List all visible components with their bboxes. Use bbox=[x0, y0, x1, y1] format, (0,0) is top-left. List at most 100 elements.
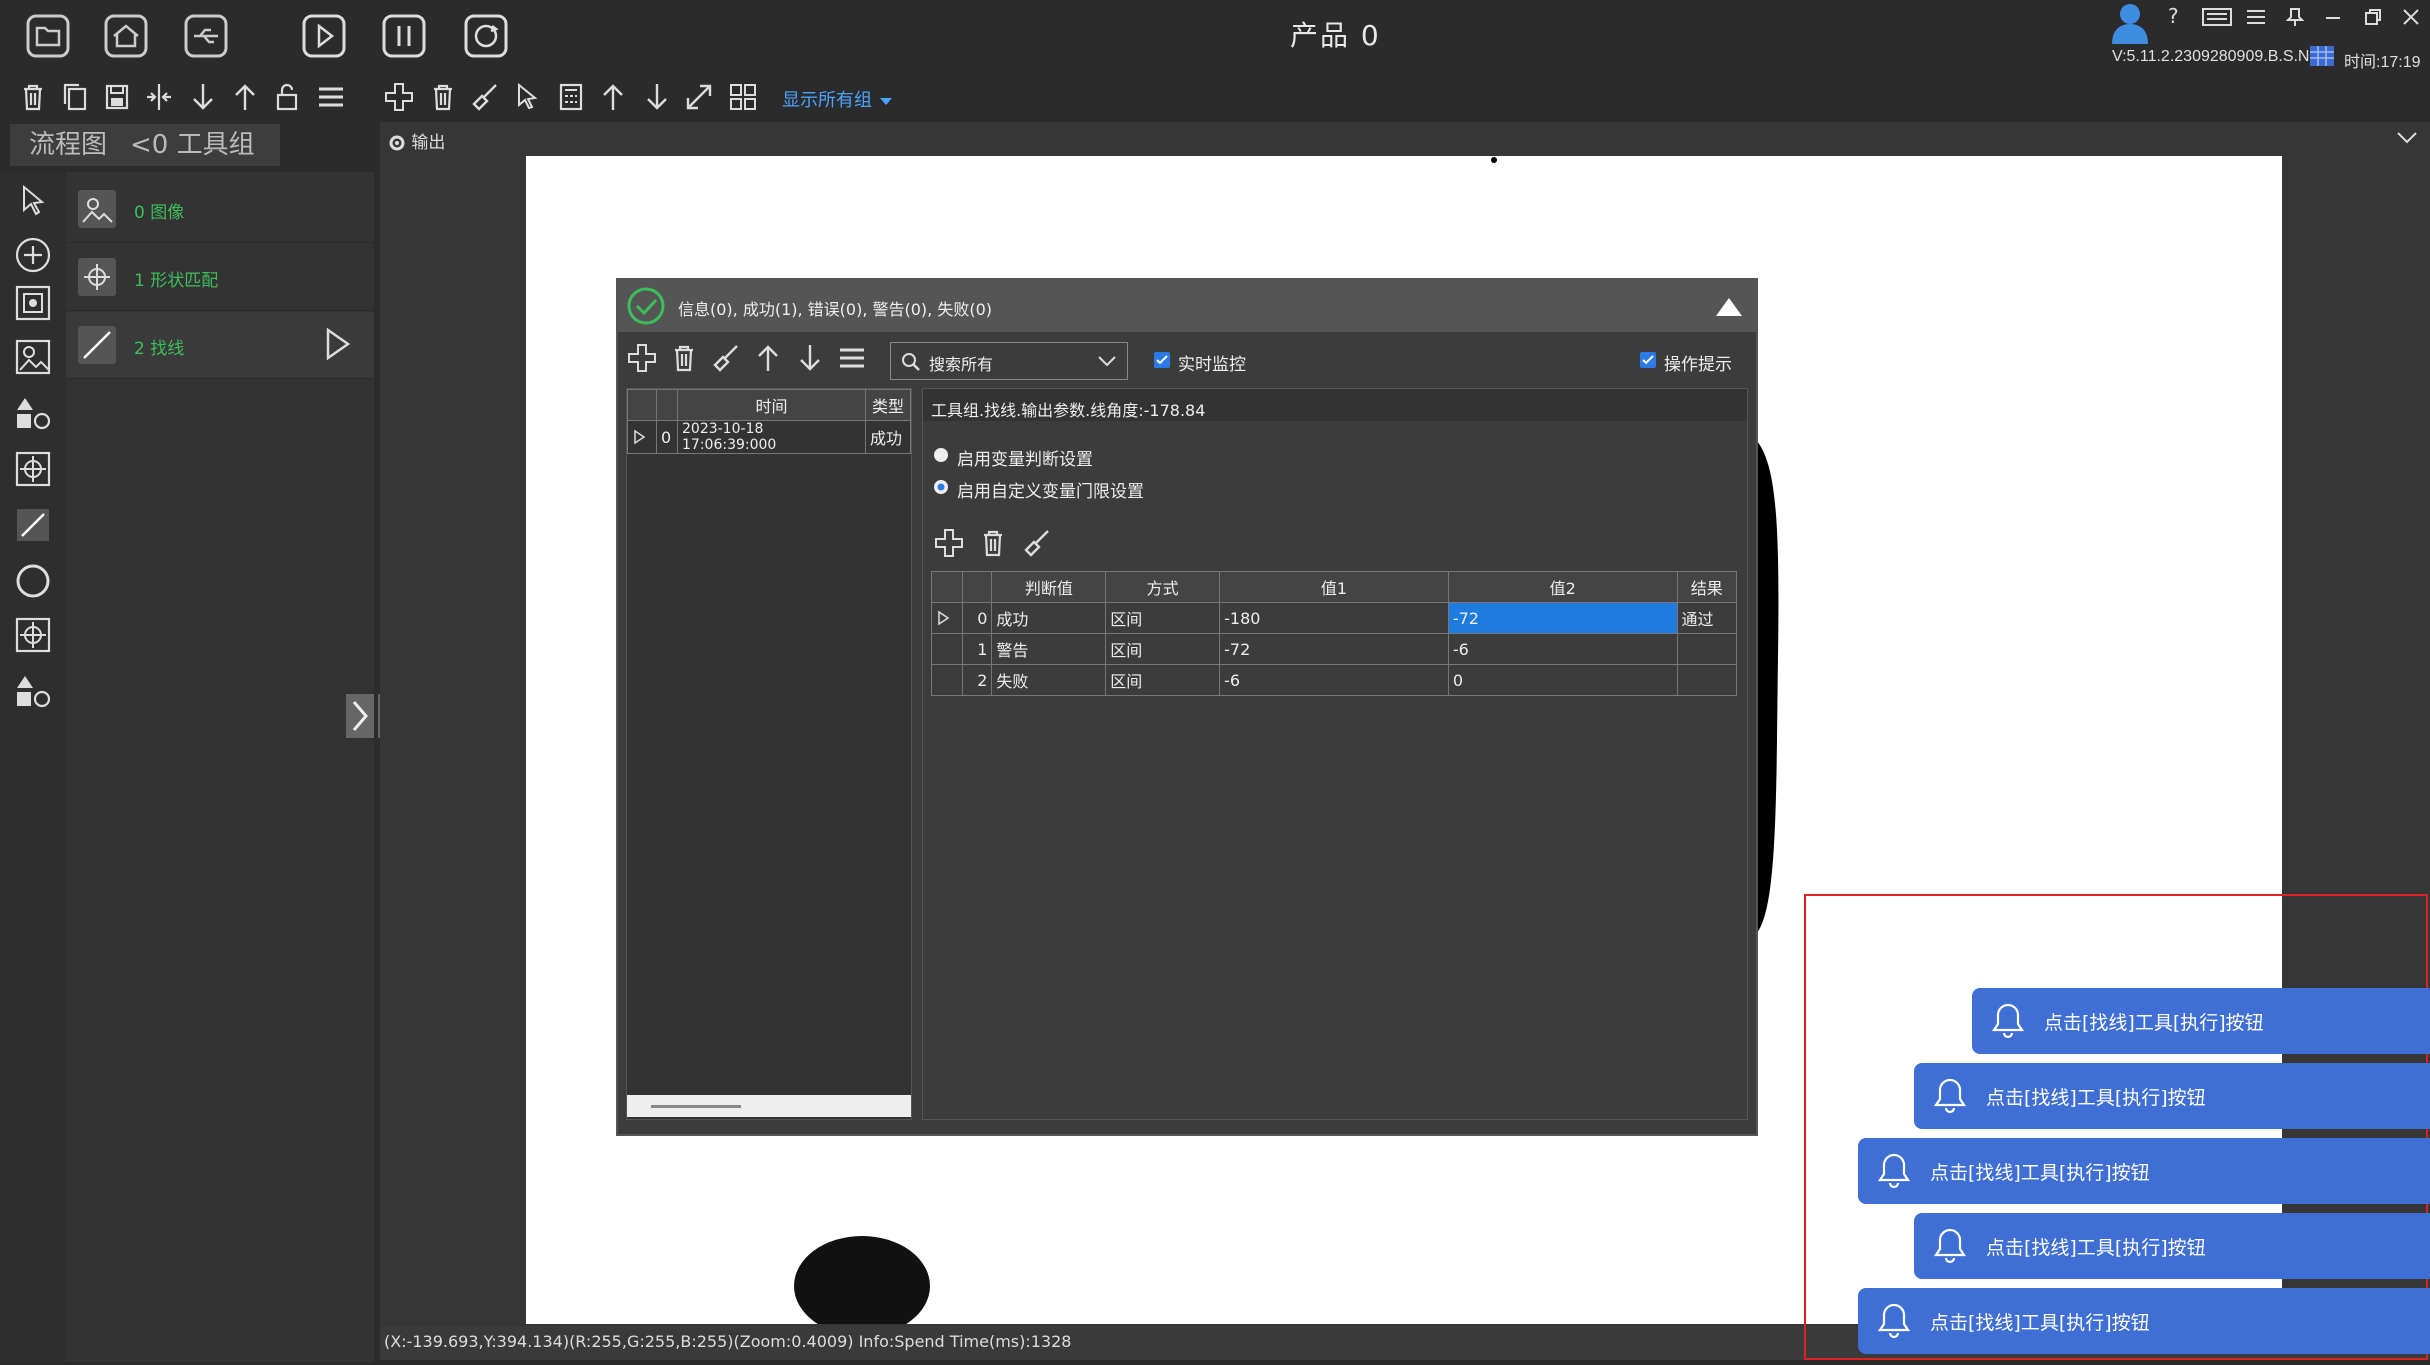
horizontal-scrollbar[interactable] bbox=[627, 1095, 911, 1117]
scrollbar-thumb[interactable] bbox=[651, 1105, 741, 1108]
header-blank bbox=[627, 389, 657, 421]
row-mode[interactable]: 区间 bbox=[1105, 664, 1221, 696]
target-tool-icon[interactable] bbox=[14, 616, 52, 654]
notification-toast[interactable]: 点击[找线]工具[执行]按钮 bbox=[1858, 1288, 2430, 1354]
keyboard-icon[interactable] bbox=[2202, 6, 2232, 28]
arrow-down-icon[interactable] bbox=[794, 342, 826, 374]
row-mode[interactable]: 区间 bbox=[1105, 633, 1221, 665]
tab-flowchart[interactable]: 流程图 bbox=[10, 124, 126, 166]
menu-icon[interactable] bbox=[836, 342, 868, 374]
usb-icon[interactable] bbox=[182, 12, 230, 60]
pin-icon[interactable] bbox=[2284, 6, 2306, 28]
output-header: 输出 bbox=[388, 128, 445, 153]
header-index bbox=[656, 389, 678, 421]
minimize-icon[interactable] bbox=[2322, 6, 2344, 28]
trash-icon[interactable] bbox=[16, 80, 50, 114]
header-time: 时间 bbox=[677, 389, 866, 421]
broom-icon[interactable] bbox=[710, 342, 742, 374]
chevron-down-icon[interactable] bbox=[2396, 130, 2418, 146]
unlock-icon[interactable] bbox=[270, 80, 304, 114]
row-mode[interactable]: 区间 bbox=[1105, 602, 1221, 634]
expand-icon[interactable] bbox=[682, 80, 716, 114]
add-icon[interactable] bbox=[626, 342, 658, 374]
home-icon[interactable] bbox=[102, 12, 150, 60]
header-judge: 判断值 bbox=[991, 571, 1107, 603]
save-icon[interactable] bbox=[100, 80, 134, 114]
split-icon[interactable] bbox=[142, 80, 176, 114]
notification-text: 点击[找线]工具[执行]按钮 bbox=[1930, 1312, 2150, 1334]
add-circle-icon[interactable] bbox=[14, 236, 52, 274]
row-judge[interactable]: 警告 bbox=[991, 633, 1107, 665]
broom-icon[interactable] bbox=[468, 80, 502, 114]
help-icon[interactable]: ? bbox=[2168, 4, 2179, 28]
row-value1[interactable]: -72 bbox=[1219, 633, 1449, 665]
row-value2[interactable]: -6 bbox=[1447, 633, 1678, 665]
notification-toast[interactable]: 点击[找线]工具[执行]按钮 bbox=[1972, 988, 2430, 1054]
radio-custom-threshold[interactable] bbox=[933, 479, 949, 495]
row-judge[interactable]: 成功 bbox=[991, 602, 1107, 634]
shapes-tool-2-icon[interactable] bbox=[14, 672, 52, 710]
realtime-monitor-checkbox[interactable] bbox=[1154, 352, 1170, 368]
cursor-icon[interactable] bbox=[510, 80, 544, 114]
node-find-line[interactable]: 2 找线 bbox=[66, 312, 374, 379]
expand-row-icon[interactable] bbox=[930, 602, 964, 634]
delete-row-icon[interactable] bbox=[977, 527, 1009, 559]
move-down-icon[interactable] bbox=[640, 80, 674, 114]
pointer-tool-icon[interactable] bbox=[14, 182, 52, 220]
image-icon bbox=[78, 190, 116, 228]
image-tool-icon[interactable] bbox=[14, 338, 52, 376]
arrow-down-icon[interactable] bbox=[186, 80, 220, 114]
table-row[interactable]: 1 警告 区间 -72 -6 bbox=[930, 633, 1738, 665]
table-row[interactable]: 2 失败 区间 -6 0 bbox=[930, 664, 1738, 696]
expand-row-icon[interactable] bbox=[627, 420, 657, 454]
delete-icon[interactable] bbox=[426, 80, 460, 114]
shapes-tool-icon[interactable] bbox=[14, 394, 52, 432]
result-dialog: 信息(0), 成功(1), 错误(0), 警告(0), 失败(0) 搜索所有 实… bbox=[616, 278, 1758, 1136]
row-judge[interactable]: 失败 bbox=[991, 664, 1107, 696]
notification-toast[interactable]: 点击[找线]工具[执行]按钮 bbox=[1858, 1138, 2430, 1204]
line-tool-icon[interactable] bbox=[14, 506, 52, 544]
trash-icon[interactable] bbox=[668, 342, 700, 374]
restore-icon[interactable] bbox=[2362, 6, 2384, 28]
menu-list-icon[interactable] bbox=[2244, 6, 2268, 28]
run-node-icon[interactable] bbox=[322, 326, 352, 362]
grid-icon[interactable] bbox=[726, 80, 760, 114]
copy-icon[interactable] bbox=[58, 80, 92, 114]
tab-tool-group[interactable]: <0 工具组 bbox=[120, 124, 280, 166]
node-image[interactable]: 0 图像 bbox=[66, 176, 374, 243]
show-all-groups-dropdown[interactable]: 显示所有组 bbox=[782, 86, 894, 112]
match-target-icon[interactable] bbox=[14, 450, 52, 488]
circle-tool-icon[interactable] bbox=[14, 562, 52, 600]
radio-var-judge[interactable] bbox=[933, 447, 949, 463]
pause-icon[interactable] bbox=[380, 12, 428, 60]
notification-toast[interactable]: 点击[找线]工具[执行]按钮 bbox=[1914, 1213, 2430, 1279]
folder-icon[interactable] bbox=[24, 12, 72, 60]
loop-icon[interactable] bbox=[462, 12, 510, 60]
image-frame-icon[interactable] bbox=[14, 284, 52, 322]
node-shape-match[interactable]: 1 形状匹配 bbox=[66, 244, 374, 311]
collapse-up-icon[interactable] bbox=[1714, 294, 1744, 318]
user-avatar-icon[interactable] bbox=[2110, 0, 2150, 44]
table-row[interactable]: 0 2023-10-18 17:06:39:000 成功 bbox=[627, 420, 911, 454]
operation-hint-checkbox[interactable] bbox=[1640, 352, 1656, 368]
close-icon[interactable] bbox=[2400, 6, 2422, 28]
notification-toast[interactable]: 点击[找线]工具[执行]按钮 bbox=[1914, 1063, 2430, 1129]
row-value1[interactable]: -180 bbox=[1219, 602, 1449, 634]
row-value2[interactable]: 0 bbox=[1447, 664, 1678, 696]
arrow-up-icon[interactable] bbox=[228, 80, 262, 114]
add-icon[interactable] bbox=[382, 80, 416, 114]
arrow-up-icon[interactable] bbox=[752, 342, 784, 374]
move-up-icon[interactable] bbox=[596, 80, 630, 114]
calculator-icon[interactable] bbox=[554, 80, 588, 114]
add-row-icon[interactable] bbox=[933, 527, 965, 559]
clear-rows-icon[interactable] bbox=[1021, 527, 1053, 559]
row-value2[interactable]: -72 bbox=[1447, 602, 1678, 634]
search-placeholder: 搜索所有 bbox=[929, 355, 994, 374]
header-result: 结果 bbox=[1676, 571, 1738, 603]
menu-icon[interactable] bbox=[314, 80, 348, 114]
run-icon[interactable] bbox=[300, 12, 348, 60]
search-dropdown[interactable]: 搜索所有 bbox=[890, 342, 1128, 380]
line-icon bbox=[78, 326, 116, 364]
row-value1[interactable]: -6 bbox=[1219, 664, 1449, 696]
table-row[interactable]: 0 成功 区间 -180 -72 通过 bbox=[930, 602, 1738, 634]
